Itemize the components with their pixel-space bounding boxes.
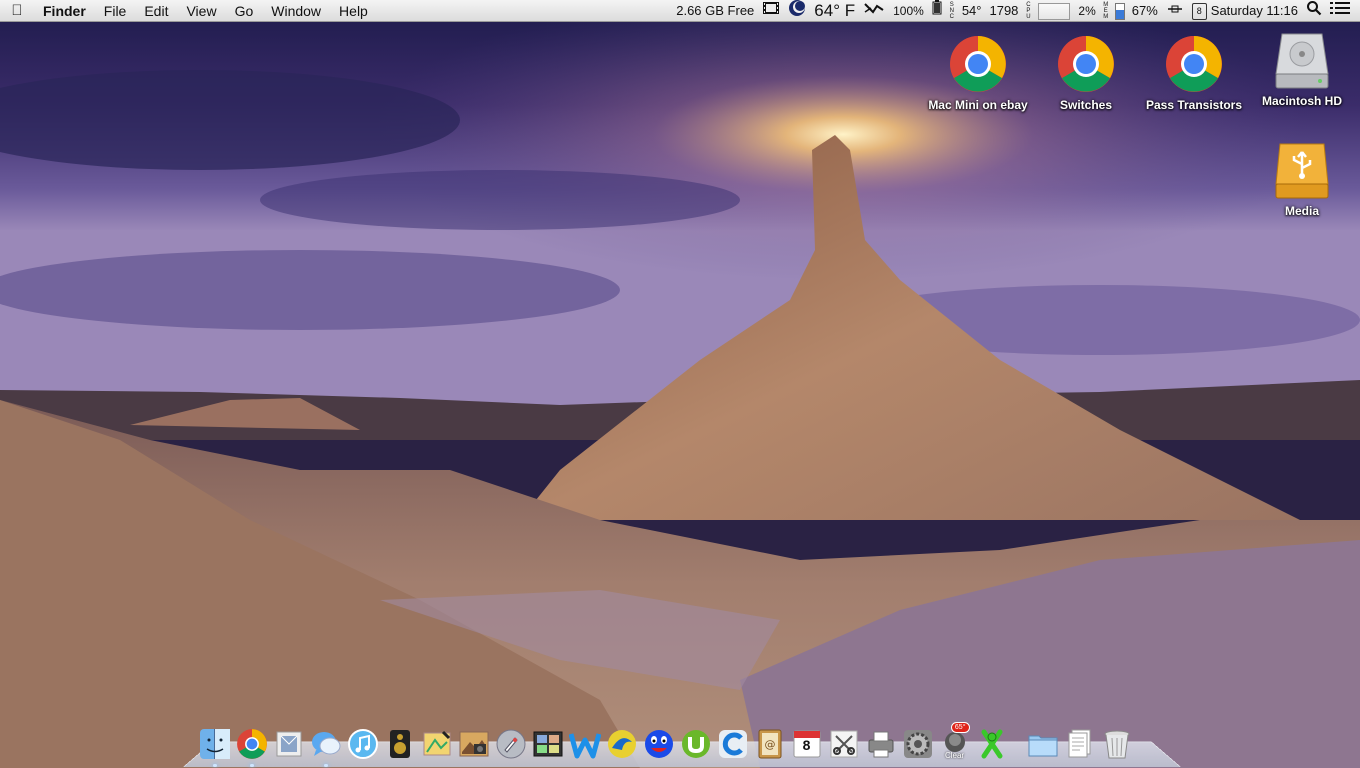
hard-drive-icon <box>1272 30 1332 90</box>
weather-condition: Clear <box>944 751 965 760</box>
desktop-icon-label: Pass Transistors <box>1145 98 1243 112</box>
fan-rpm[interactable]: 1798 <box>985 0 1022 22</box>
applications-folder-icon[interactable] <box>1026 726 1060 762</box>
memory-meter[interactable] <box>1114 2 1125 20</box>
printer-icon[interactable] <box>864 726 898 762</box>
calendar-day: 8 <box>802 737 811 753</box>
usb-drive-icon <box>1272 140 1332 200</box>
battery-icon[interactable] <box>928 0 946 22</box>
memory-percent[interactable]: 67% <box>1128 0 1162 22</box>
wireshark-fin-icon[interactable] <box>605 726 639 762</box>
menu-view[interactable]: View <box>177 0 225 22</box>
desktop-icon-label: Macintosh HD <box>1261 94 1342 108</box>
desktop-icon-media[interactable]: Media <box>1252 140 1352 219</box>
desktop-icon-label: Switches <box>1059 98 1113 112</box>
film-icon[interactable] <box>758 0 784 22</box>
chrome-icon[interactable] <box>235 726 269 767</box>
spotlight-search-icon[interactable] <box>1302 0 1326 23</box>
desktop-icon-pass-transistors[interactable]: Pass Transistors <box>1144 34 1244 113</box>
documents-stack-icon[interactable] <box>1063 726 1097 762</box>
sensor-label-icon: SNC <box>949 2 954 20</box>
svg-text:@: @ <box>764 738 775 751</box>
trash-icon[interactable] <box>1100 726 1134 762</box>
running-indicator <box>323 764 328 767</box>
disk-free-status[interactable]: 2.66 GB Free <box>672 0 758 22</box>
image-capture-icon[interactable] <box>457 726 491 762</box>
chrome-icon <box>1164 34 1224 94</box>
cpu-percent[interactable]: 2% <box>1074 0 1099 22</box>
menu-file[interactable]: File <box>95 0 136 22</box>
cpu-label-icon: CPU <box>1026 2 1031 20</box>
calendar-icon: 8 <box>1191 3 1207 21</box>
menu-go[interactable]: Go <box>226 0 263 22</box>
dock: @ 8 65° Clear <box>196 720 1135 767</box>
clock: Saturday 11:16 <box>1210 3 1298 18</box>
weather-temp[interactable]: 64° F <box>810 0 859 22</box>
speaker-app-icon[interactable] <box>383 726 417 762</box>
x-app-icon[interactable] <box>975 726 1009 762</box>
calendar-icon[interactable]: 8 <box>790 726 824 762</box>
network-icon[interactable] <box>1162 0 1188 22</box>
desktop-icon-label: Mac Mini on ebay <box>928 98 1028 112</box>
desktop-icon-macintosh-hd[interactable]: Macintosh HD <box>1252 30 1352 109</box>
moon-weather-icon[interactable] <box>784 0 810 24</box>
mem-label-icon: MEM <box>1103 2 1109 20</box>
utorrent-icon[interactable] <box>679 726 713 762</box>
chrome-icon <box>1056 34 1116 94</box>
desktop-icon-switches[interactable]: Switches <box>1036 34 1136 113</box>
scissors-app-icon[interactable] <box>827 726 861 762</box>
photo-booth-icon[interactable] <box>531 726 565 762</box>
dock-separator <box>1010 732 1024 762</box>
finder-icon[interactable] <box>198 726 232 767</box>
contacts-icon[interactable]: @ <box>753 726 787 762</box>
photo-editor-icon[interactable] <box>420 726 454 762</box>
blue-smiley-icon[interactable] <box>642 726 676 762</box>
word-w-icon[interactable] <box>568 726 602 762</box>
itunes-icon[interactable] <box>346 726 380 762</box>
ccleaner-icon[interactable] <box>716 726 750 762</box>
running-indicator <box>212 764 217 767</box>
battery-percent[interactable]: 100% <box>889 0 928 22</box>
menu-bar:  Finder File Edit View Go Window Help 2… <box>0 0 1360 22</box>
launchpad-icon[interactable] <box>494 726 528 762</box>
messages-icon[interactable] <box>309 726 343 767</box>
notification-center-icon[interactable] <box>1326 0 1360 22</box>
desktop-icon-mac-mini-ebay[interactable]: Mac Mini on ebay <box>928 34 1028 113</box>
weather-widget-icon[interactable]: 65° Clear <box>938 722 972 762</box>
chrome-icon <box>948 34 1008 94</box>
mail-stamp-icon[interactable] <box>272 726 306 762</box>
system-preferences-icon[interactable] <box>901 726 935 762</box>
desktop-wallpaper <box>0 0 1360 768</box>
menu-help[interactable]: Help <box>330 0 377 22</box>
running-indicator <box>249 764 254 767</box>
desktop-icon-label: Media <box>1284 204 1319 218</box>
menu-app-name[interactable]: Finder <box>34 0 95 22</box>
menu-edit[interactable]: Edit <box>135 0 177 22</box>
clock-with-calendar[interactable]: 8 Saturday 11:16 <box>1188 0 1302 22</box>
menu-window[interactable]: Window <box>262 0 330 22</box>
apple-menu-icon[interactable]:  <box>0 2 34 19</box>
weather-badge: 65° <box>950 722 970 733</box>
pointer-app-icon[interactable] <box>859 0 889 23</box>
cpu-meter[interactable] <box>1038 2 1071 20</box>
sensor-temp[interactable]: 54° <box>958 0 986 22</box>
